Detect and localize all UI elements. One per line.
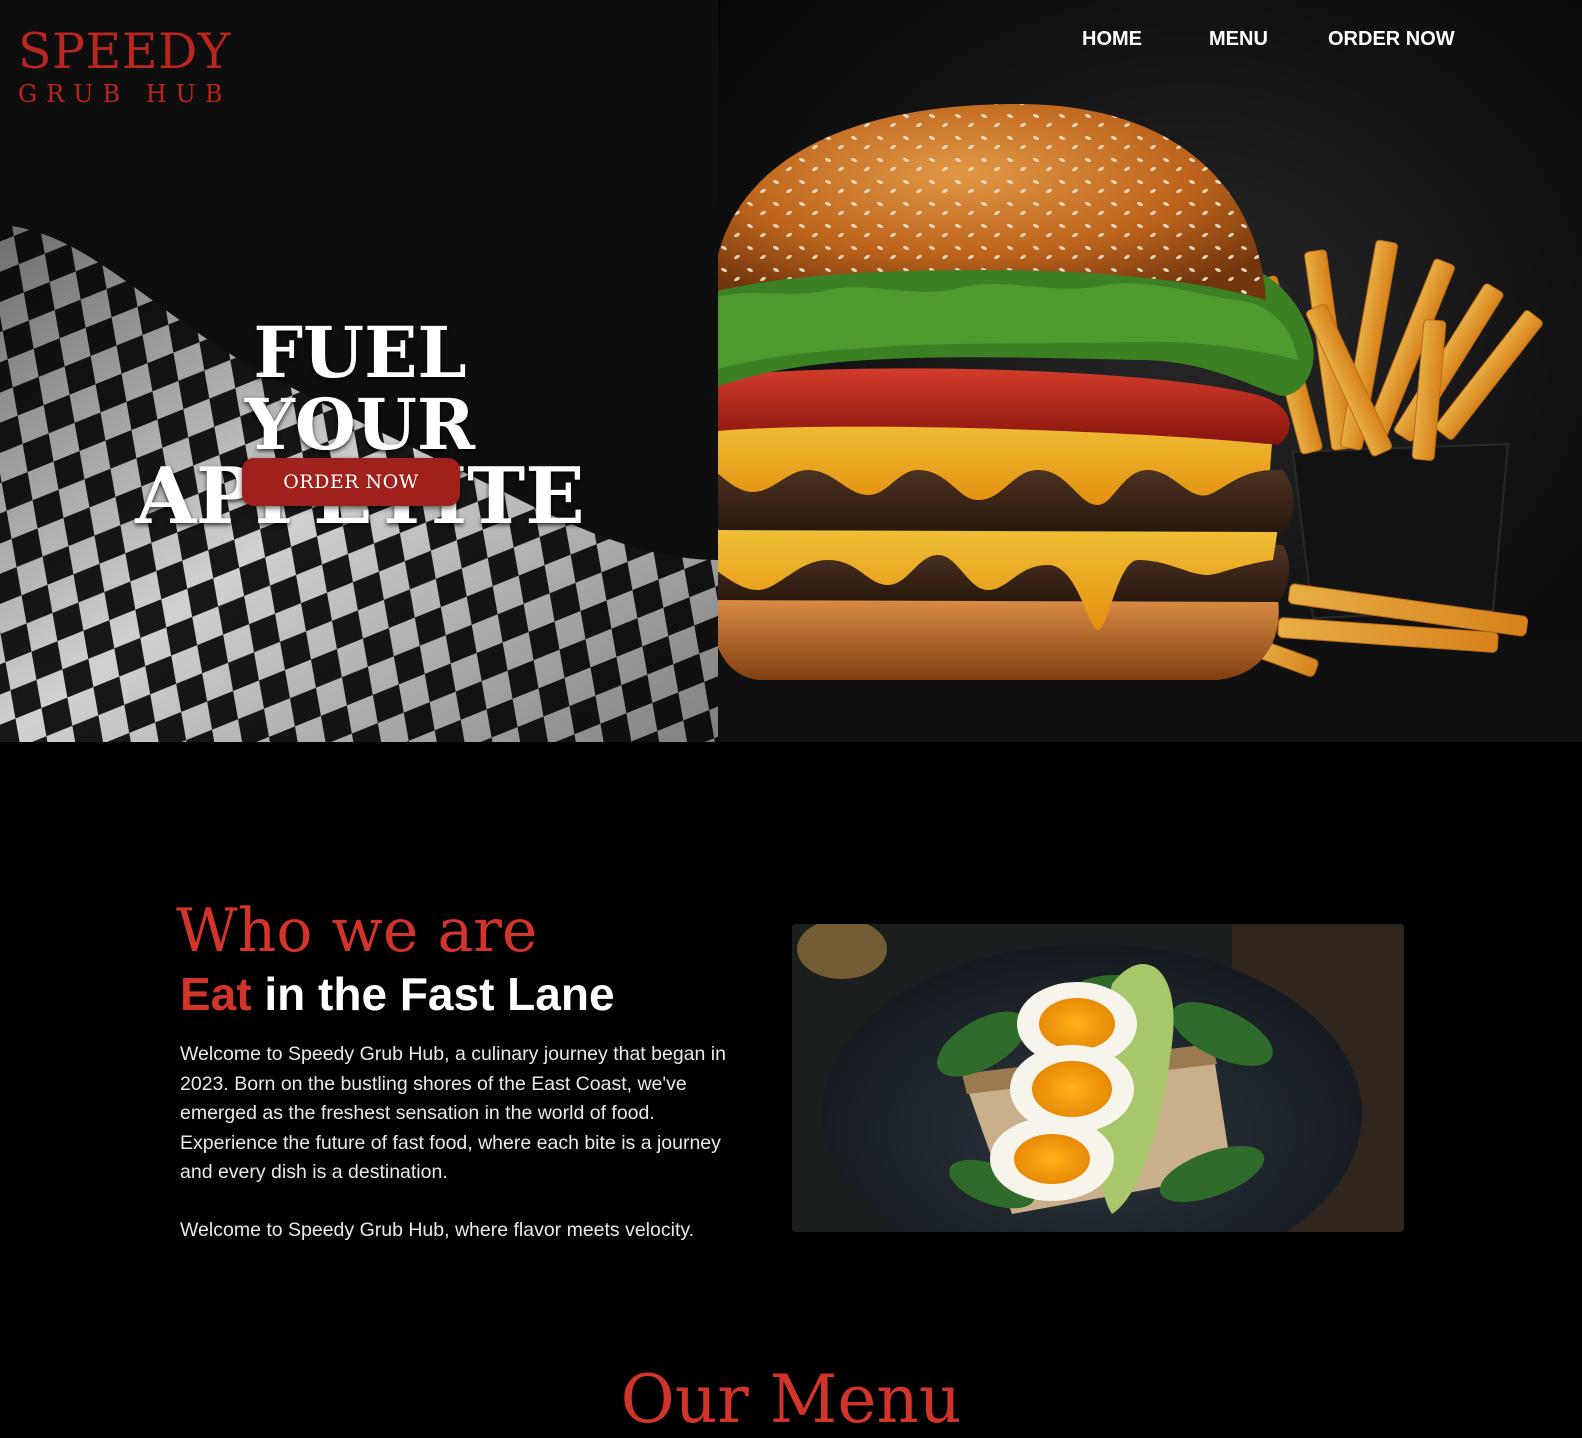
hero-order-now-button[interactable]: ORDER NOW [242, 458, 460, 506]
about-subheading: Eat in the Fast Lane [180, 966, 615, 1022]
nav-order-now-link[interactable]: ORDER NOW [1328, 26, 1455, 52]
menu-heading: Our Menu [620, 1361, 962, 1438]
brand-name: SPEEDY [18, 23, 231, 80]
hero-title-line1: FUEL YOUR [244, 310, 476, 466]
nav-menu-link[interactable]: MENU [1209, 26, 1328, 52]
food-plate-illustration [792, 924, 1404, 1232]
about-paragraph-2: Welcome to Speedy Grub Hub, where flavor… [180, 1218, 695, 1241]
brand-logo[interactable]: SPEEDY GRUB HUB [18, 23, 232, 109]
about-subheading-rest: in the Fast Lane [251, 968, 615, 1020]
egg-avocado-toast-image [792, 924, 1404, 1232]
brand-tagline: GRUB HUB [18, 80, 232, 108]
hero-left-panel: SPEEDY GRUB HUB FUEL YOUR APPETITE ORDER… [0, 0, 718, 742]
about-text: Welcome to Speedy Grub Hub, a culinary j… [180, 1040, 740, 1273]
burger-and-fries-image [718, 0, 1582, 742]
about-paragraph-1: Welcome to Speedy Grub Hub, a culinary j… [180, 1043, 726, 1183]
hero-section: SPEEDY GRUB HUB FUEL YOUR APPETITE ORDER… [0, 0, 1582, 742]
about-subheading-accent: Eat [180, 968, 252, 1020]
nav-home-link[interactable]: HOME [1082, 26, 1209, 52]
about-heading: Who we are [176, 896, 538, 966]
main-nav: HOME MENU ORDER NOW [1082, 26, 1455, 52]
hero-right-panel: HOME MENU ORDER NOW [718, 0, 1582, 742]
